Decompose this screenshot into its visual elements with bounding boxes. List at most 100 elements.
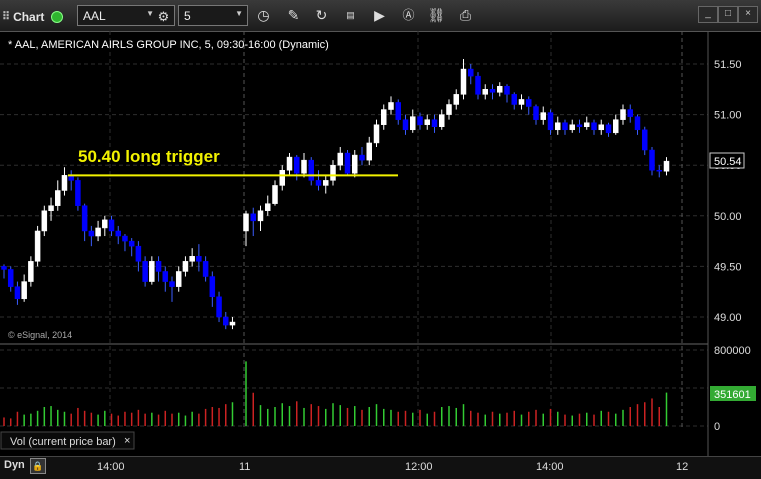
chart-grip-icon: ⠿ [2,11,11,23]
close-button[interactable]: × [738,6,758,23]
lock-icon[interactable]: 🔒 [30,458,46,474]
candle-body [663,160,670,172]
price-tick-label: 49.50 [714,261,742,273]
candle-body [526,99,532,107]
candle-body [182,261,189,272]
status-dot-icon[interactable] [51,10,64,23]
candle-body [81,205,88,232]
candle-body [395,102,401,120]
candle-body [229,321,236,326]
settings-gear-icon[interactable]: ⚙ [154,7,173,26]
camera-icon[interactable]: ⎙ [456,6,475,25]
price-tick-label: 50.00 [714,211,742,223]
candle-body [555,122,561,131]
candle-body [55,190,61,206]
time-tick: 11 [239,461,251,473]
chart-header: * AAL, AMERICAN AIRLS GROUP INC, 5, 09:3… [8,39,329,51]
candle-body [243,213,249,232]
candle-body [95,227,101,237]
candle-body [533,106,539,120]
play-icon[interactable]: ▶ [370,6,389,25]
candles [1,58,670,330]
candle-body [497,86,503,93]
candle-body [591,122,597,131]
chevron-down-icon[interactable]: ▼ [146,9,154,18]
trigger-annotation[interactable]: 50.40 long trigger [78,147,220,166]
candle-body [202,261,209,277]
candle-body [439,114,445,127]
candle-body [569,124,575,131]
candle-body [576,124,583,127]
candle-body [41,210,48,232]
candle-body [402,119,409,131]
time-axis: Dyn 🔒 14:00 11 12:00 14:00 12 [0,456,761,479]
time-tick: 12 [676,461,689,473]
candle-body [373,124,380,144]
candle-body [294,156,300,174]
candle-body [642,129,648,151]
candle-body [431,119,438,127]
candle-body [128,240,135,247]
candle-body [446,104,452,115]
candle-body [88,230,95,237]
candle-body [61,175,68,191]
close-volume-icon[interactable]: × [124,435,130,447]
candle-body [216,296,222,318]
candle-body [308,159,314,181]
chart-grid [0,31,708,427]
candle-body [620,109,626,120]
price-tick-label: 49.00 [714,312,742,324]
candle-body [468,68,474,77]
candle-body [482,89,488,95]
chart-title: ⠿ Chart [2,6,64,27]
candle-body [272,185,278,204]
price-tick-label: 51.50 [714,59,742,71]
candle-body [301,159,307,174]
minimize-button[interactable]: _ [698,6,718,23]
ticker-icon[interactable]: ▤ [341,6,360,25]
candle-body [627,109,633,117]
dyn-label[interactable]: Dyn [4,459,25,471]
candle-body [223,316,229,326]
candle-body [649,149,655,171]
candle-body [7,269,14,287]
candle-body [142,261,148,282]
pencil-icon[interactable]: ✎ [284,6,303,25]
chevron-down-icon[interactable]: ▼ [235,9,243,18]
candle-body [337,152,343,166]
candle-body [196,256,202,262]
candle-body [460,68,467,95]
candle-body [511,94,517,105]
candle-body [279,170,285,186]
text-icon[interactable]: Ⓐ [399,6,418,25]
candle-body [21,281,27,300]
link-icon[interactable]: ⛓ [427,6,446,25]
maximize-button[interactable]: □ [718,6,738,23]
price-tick-label: 51.00 [714,110,742,122]
interval-input[interactable]: 5 ▼ [178,5,248,26]
candle-body [417,116,423,125]
candle-body [352,154,358,174]
time-tick: 12:00 [405,461,433,473]
price-chart[interactable]: * AAL, AMERICAN AIRLS GROUP INC, 5, 09:3… [0,31,761,456]
candle-body [1,266,7,270]
candle-body [250,213,256,222]
time-tick: 14:00 [536,461,564,473]
candle-body [410,116,416,131]
interval-value: 5 [184,9,191,23]
candle-body [656,170,662,172]
volume-tick-label: 0 [714,421,720,433]
candle-body [547,112,554,131]
candle-body [424,119,430,125]
last-volume-label: 351601 [714,389,751,401]
redraw-icon[interactable]: ↻ [312,6,331,25]
candle-body [359,154,365,161]
candle-body [115,230,121,237]
candle-body [323,180,329,186]
toolbar: ⠿ Chart AAL ▼ ⚙ 5 ▼ ◷ ✎ ↻ ▤ ▶ Ⓐ ⛓ ⎙ _ □ … [0,0,761,32]
clock-icon[interactable]: ◷ [254,6,273,25]
candle-body [584,122,590,127]
candle-body [34,230,41,262]
candle-body [162,271,169,282]
candle-body [102,219,108,229]
